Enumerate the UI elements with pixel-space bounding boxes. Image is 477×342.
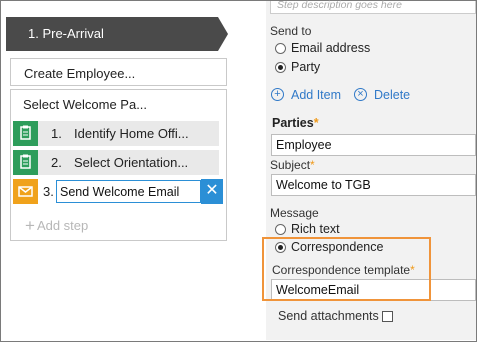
process-label: Create Employee... <box>24 66 136 81</box>
add-step-button[interactable]: + Add step <box>25 215 88 235</box>
step-name-input[interactable] <box>56 180 201 203</box>
close-icon[interactable]: ✕ <box>201 179 223 204</box>
process-select-welcome-package: Select Welcome Pa... 1. Identify Home Of… <box>10 89 227 241</box>
case-lifecycle-panel: 1. Pre-Arrival Create Employee... Select… <box>1 1 265 340</box>
step-number: 1. <box>51 126 62 141</box>
step-send-welcome-email[interactable]: 3. ✕ <box>13 179 223 204</box>
correspondence-highlight-box <box>262 237 431 301</box>
step-label: Select Orientation... <box>74 155 189 170</box>
step-description-input[interactable]: Step description goes here <box>270 0 476 14</box>
option-rich-text: Rich text <box>291 222 340 236</box>
add-item-link[interactable]: Add Item <box>291 88 341 102</box>
send-to-label: Send to <box>270 24 312 38</box>
close-circle-icon[interactable]: × <box>354 88 367 101</box>
add-icon[interactable]: + <box>271 88 284 101</box>
send-attachments-label: Send attachments <box>278 309 379 323</box>
option-email-address: Email address <box>291 41 371 55</box>
parties-label-text: Parties <box>272 116 314 130</box>
required-marker: * <box>310 158 315 172</box>
required-marker: * <box>313 116 319 130</box>
step-label: Identify Home Offi... <box>74 126 189 141</box>
step-number: 3. <box>43 184 54 199</box>
stage-pre-arrival[interactable]: 1. Pre-Arrival <box>6 17 228 51</box>
plus-icon: + <box>25 216 35 235</box>
clipboard-icon <box>13 121 38 146</box>
step-number: 2. <box>51 155 62 170</box>
step-select-orientation[interactable]: 2. Select Orientation... <box>13 150 219 175</box>
radio-rich-text[interactable] <box>275 224 286 235</box>
parties-field[interactable]: Employee <box>271 134 476 156</box>
message-label: Message <box>270 206 319 220</box>
description-placeholder: Step description goes here <box>277 0 402 11</box>
subject-field[interactable]: Welcome to TGB <box>271 174 476 196</box>
radio-party[interactable] <box>275 62 286 73</box>
subject-label-text: Subject <box>270 158 311 172</box>
send-attachments-checkbox[interactable] <box>382 311 393 322</box>
parties-label: Parties* <box>272 116 319 130</box>
process-create-employee[interactable]: Create Employee... <box>10 58 227 86</box>
subject-label: Subject* <box>270 158 315 172</box>
envelope-icon <box>13 179 38 204</box>
step-identify-home-office[interactable]: 1. Identify Home Offi... <box>13 121 219 146</box>
clipboard-icon <box>13 150 38 175</box>
process-title[interactable]: Select Welcome Pa... <box>23 97 147 112</box>
add-step-label: Add step <box>36 218 89 233</box>
option-party: Party <box>291 60 321 74</box>
stage-label: 1. Pre-Arrival <box>28 26 104 41</box>
radio-email-address[interactable] <box>275 43 286 54</box>
delete-link[interactable]: Delete <box>374 88 410 102</box>
